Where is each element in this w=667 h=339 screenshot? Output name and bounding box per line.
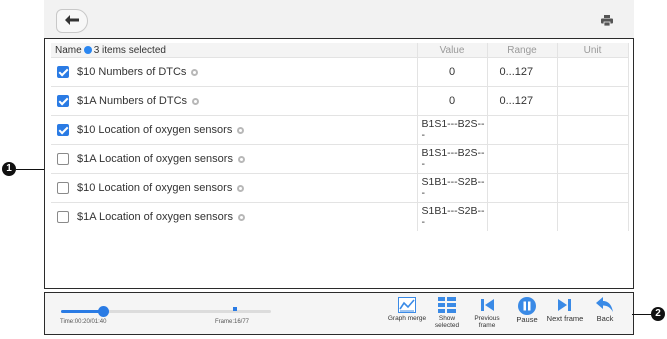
row-checkbox[interactable] <box>57 95 69 108</box>
frame-marker <box>233 307 237 311</box>
row-unit <box>557 173 629 203</box>
row-value: S1B1---S2B-- - <box>417 173 488 203</box>
row-checkbox[interactable] <box>57 211 69 224</box>
row-name-cell: $1A Location of oxygen sensors <box>51 144 418 174</box>
table-row[interactable]: $10 Location of oxygen sensors S1B1---S2B… <box>51 173 629 203</box>
column-value-header: Value <box>417 43 488 58</box>
row-unit <box>557 57 629 87</box>
row-name-cell: $10 Numbers of DTCs <box>51 57 418 87</box>
graph-merge-button[interactable]: Graph merge <box>387 297 427 333</box>
row-value: B1S1---B2S-- - <box>417 144 488 174</box>
row-name: $10 Numbers of DTCs <box>77 65 187 78</box>
row-name: $10 Location of oxygen sensors <box>77 123 233 136</box>
selected-count: 3 items selected <box>93 44 166 56</box>
callout-1-line <box>16 169 44 170</box>
row-name: $1A Numbers of DTCs <box>77 94 188 107</box>
back-arrow-icon <box>65 15 79 25</box>
show-selected-button[interactable]: Show selected <box>427 297 467 333</box>
time-label: Time:00:20/01:40 <box>60 319 107 325</box>
row-name-cell: $10 Location of oxygen sensors <box>51 173 418 203</box>
table-header: Name 3 items selected Value Range Unit <box>51 43 629 58</box>
data-table: Name 3 items selected Value Range Unit $1… <box>51 43 629 231</box>
row-name: $10 Location of oxygen sensors <box>77 181 233 194</box>
settings-icon[interactable] <box>237 213 245 221</box>
row-value: 0 <box>417 57 488 87</box>
row-name: $1A Location of oxygen sensors <box>77 210 233 223</box>
skip-previous-icon <box>481 299 494 311</box>
row-checkbox[interactable] <box>57 66 69 79</box>
frame-label: Frame:16/77 <box>215 319 250 325</box>
row-name-cell: $10 Location of oxygen sensors <box>51 115 418 145</box>
pause-icon <box>518 297 536 315</box>
settings-icon[interactable] <box>191 68 199 76</box>
playback-slider[interactable] <box>61 306 271 317</box>
row-checkbox[interactable] <box>57 124 69 137</box>
settings-icon[interactable] <box>192 97 200 105</box>
print-icon[interactable] <box>601 15 613 26</box>
row-value: B1S1---B2S-- - <box>417 115 488 145</box>
graph-icon <box>398 297 416 313</box>
next-frame-label: Next frame <box>546 314 584 323</box>
next-frame-button[interactable]: Next frame <box>545 297 585 333</box>
row-range <box>487 115 558 145</box>
column-name-header: Name 3 items selected <box>51 43 418 58</box>
row-range: 0...127 <box>487 86 558 116</box>
callout-1: 1 <box>2 162 16 176</box>
table-row[interactable]: $1A Numbers of DTCs 0 0...127 <box>51 86 629 116</box>
row-name: $1A Location of oxygen sensors <box>77 152 233 165</box>
row-unit <box>557 202 629 231</box>
previous-frame-label: Previous frame <box>474 315 500 329</box>
previous-frame-button[interactable]: Previous frame <box>467 297 507 333</box>
back-toolbar-button[interactable]: Back <box>585 297 625 333</box>
table-row[interactable]: $1A Location of oxygen sensors S1B1---S2B… <box>51 202 629 231</box>
list-select-icon <box>438 297 456 313</box>
callout-2: 2 <box>651 307 665 321</box>
row-unit <box>557 144 629 174</box>
row-checkbox[interactable] <box>57 153 69 166</box>
slider-fill <box>61 310 103 313</box>
row-checkbox[interactable] <box>57 182 69 195</box>
name-header-label: Name <box>55 44 82 56</box>
settings-icon[interactable] <box>237 126 245 134</box>
column-range-header: Range <box>487 43 558 58</box>
row-range <box>487 144 558 174</box>
column-unit-header: Unit <box>557 43 629 58</box>
skip-next-icon <box>558 299 571 311</box>
app-screen: Name 3 items selected Value Range Unit $1… <box>44 0 634 335</box>
row-name-cell: $1A Numbers of DTCs <box>51 86 418 116</box>
back-label: Back <box>596 314 614 323</box>
table-row[interactable]: $10 Location of oxygen sensors B1S1---B2S… <box>51 115 629 145</box>
settings-icon[interactable] <box>237 184 245 192</box>
selected-indicator-icon <box>83 45 92 54</box>
row-unit <box>557 86 629 116</box>
graph-merge-label: Graph merge <box>387 315 427 322</box>
show-selected-label: Show selected <box>434 315 460 329</box>
pause-button[interactable]: Pause <box>507 297 547 333</box>
data-panel: Name 3 items selected Value Range Unit $1… <box>44 38 634 289</box>
row-range <box>487 173 558 203</box>
row-unit <box>557 115 629 145</box>
pause-label: Pause <box>516 315 538 324</box>
row-name-cell: $1A Location of oxygen sensors <box>51 202 418 231</box>
playback-toolbar: Time:00:20/01:40 Frame:16/77 Graph merge… <box>44 292 634 335</box>
top-bar <box>44 0 634 38</box>
table-row[interactable]: $1A Location of oxygen sensors B1S1---B2S… <box>51 144 629 174</box>
row-value: 0 <box>417 86 488 116</box>
callout-2-line <box>632 314 652 315</box>
row-range <box>487 202 558 231</box>
table-row[interactable]: $10 Numbers of DTCs 0 0...127 <box>51 57 629 87</box>
slider-knob[interactable] <box>98 306 109 317</box>
back-arrow-icon <box>596 297 613 312</box>
settings-icon[interactable] <box>237 155 245 163</box>
back-button[interactable] <box>56 9 88 33</box>
row-value: S1B1---S2B-- - <box>417 202 488 231</box>
row-range: 0...127 <box>487 57 558 87</box>
